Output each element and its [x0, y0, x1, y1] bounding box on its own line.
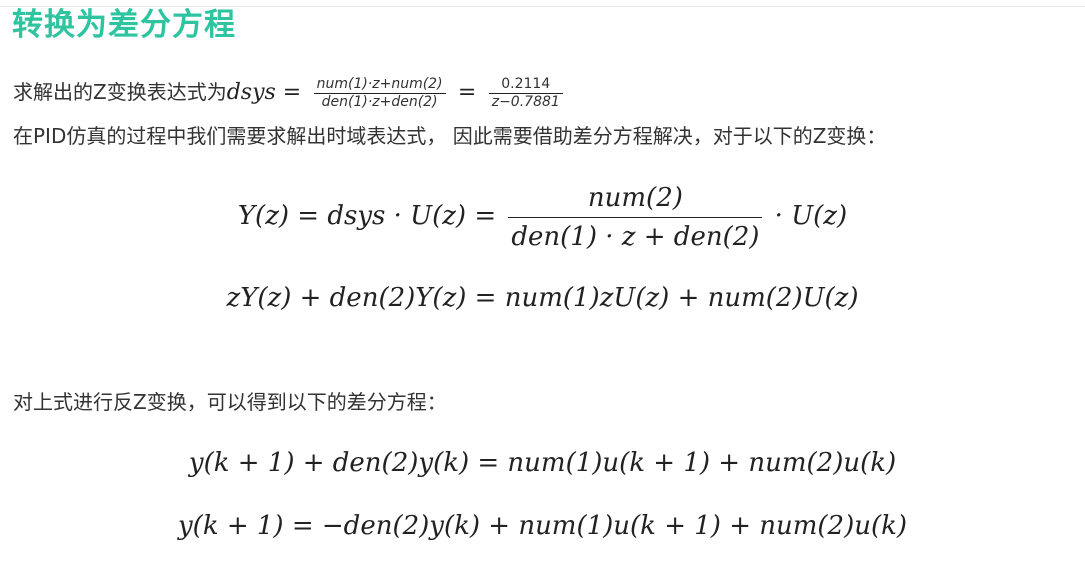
ztransform-sentence: 求解出的Z变换表达式为dsys = num(1)·z+num(2) den(1)…	[13, 76, 563, 111]
transfer-fraction-symbolic-denominator: den(1)·z+den(2)	[313, 93, 446, 111]
equation-y-of-z-lhs: Y(z) = dsys · U(z) =	[237, 201, 497, 231]
equation-y-of-z-numerator: num(2)	[587, 182, 683, 213]
equals-sign: =	[457, 80, 477, 105]
equation-y-of-z: Y(z) = dsys · U(z) = num(2) den(1) · z +…	[0, 176, 1085, 256]
ztransform-sentence-text: 求解出的Z变换表达式为	[13, 80, 227, 104]
equation-y-of-z-denominator: den(1) · z + den(2)	[508, 216, 763, 256]
inverse-ztransform-paragraph: 对上式进行反Z变换，可以得到以下的差分方程：	[13, 390, 447, 414]
equation-y-of-z-rhs: · U(z)	[774, 201, 848, 231]
equation-expanded: zY(z) + den(2)Y(z) = num(1)zU(z) + num(2…	[226, 283, 859, 313]
pid-simulation-paragraph: 在PID仿真的过程中我们需要求解出时域表达式， 因此需要借助差分方程解决，对于以…	[13, 124, 887, 148]
transfer-fraction-numeric-denominator: z−0.7881	[488, 93, 563, 111]
transfer-fraction-numeric-numerator: 0.2114	[501, 76, 551, 92]
section-heading: 转换为差分方程	[12, 7, 236, 43]
equation-y-of-z-fraction: num(2) den(1) · z + den(2)	[508, 179, 763, 256]
difference-equation-2: y(k + 1) = −den(2)y(k) + num(1)u(k + 1) …	[177, 511, 908, 541]
dsys-symbol: dsys =	[226, 80, 302, 105]
difference-equation-1: y(k + 1) + den(2)y(k) = num(1)u(k + 1) +…	[188, 448, 897, 478]
transfer-fraction-numeric: 0.2114 z−0.7881	[488, 76, 563, 111]
transfer-fraction-symbolic: num(1)·z+num(2) den(1)·z+den(2)	[313, 76, 446, 111]
transfer-fraction-symbolic-numerator: num(1)·z+num(2)	[316, 76, 443, 92]
